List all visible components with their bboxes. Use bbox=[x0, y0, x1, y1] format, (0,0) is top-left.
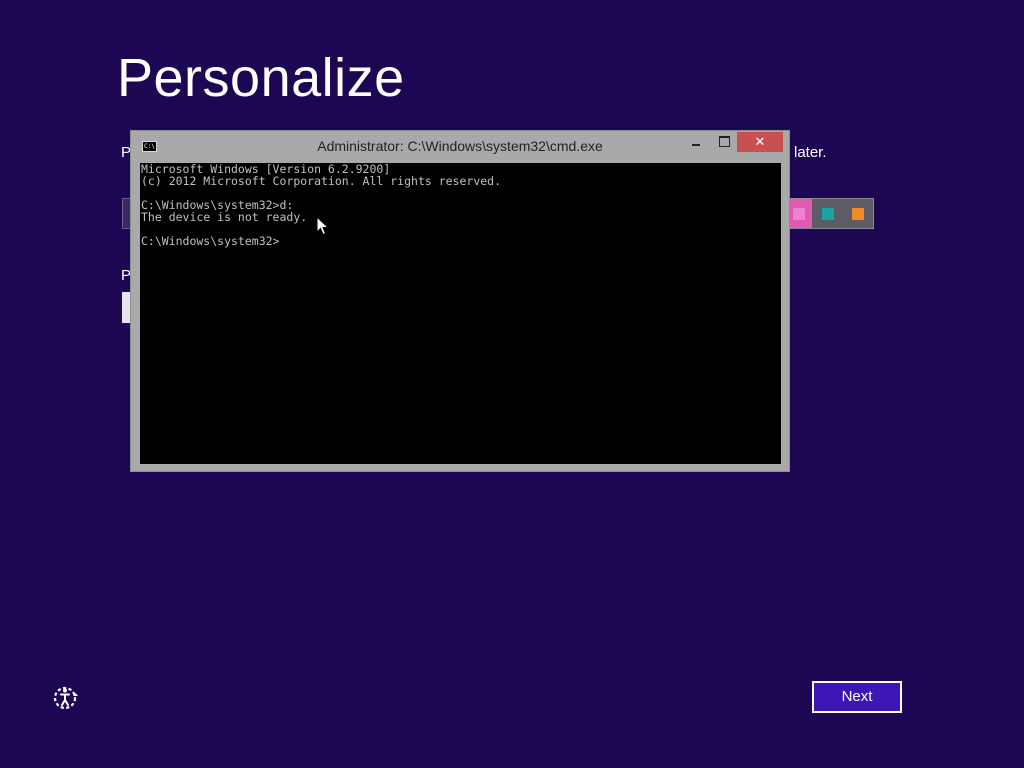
maximize-icon bbox=[719, 136, 730, 147]
console-output[interactable]: Microsoft Windows [Version 6.2.9200] (c)… bbox=[140, 163, 781, 464]
color-swatch-strip[interactable] bbox=[788, 198, 874, 229]
maximize-button[interactable] bbox=[711, 132, 737, 152]
color-swatch-teal[interactable] bbox=[822, 208, 834, 220]
close-icon: ✕ bbox=[754, 134, 766, 149]
cmd-titlebar[interactable]: C:\ Administrator: C:\Windows\system32\c… bbox=[131, 131, 789, 162]
color-swatch-orange[interactable] bbox=[852, 208, 864, 220]
minimize-button[interactable] bbox=[682, 132, 710, 152]
obscured-instruction-text-end: later. bbox=[794, 144, 827, 161]
console-line: The device is not ready. bbox=[141, 210, 308, 224]
minimize-icon bbox=[692, 144, 700, 146]
next-button[interactable]: Next bbox=[812, 681, 902, 713]
close-button[interactable]: ✕ bbox=[737, 132, 783, 152]
mouse-pointer-icon bbox=[316, 216, 330, 236]
color-swatch-pink[interactable] bbox=[788, 199, 812, 228]
ease-of-access-icon[interactable] bbox=[52, 684, 80, 712]
console-prompt: C:\Windows\system32> bbox=[141, 234, 280, 248]
page-title: Personalize bbox=[117, 48, 405, 108]
cmd-window[interactable]: C:\ Administrator: C:\Windows\system32\c… bbox=[130, 130, 790, 472]
console-line: (c) 2012 Microsoft Corporation. All righ… bbox=[141, 174, 502, 188]
